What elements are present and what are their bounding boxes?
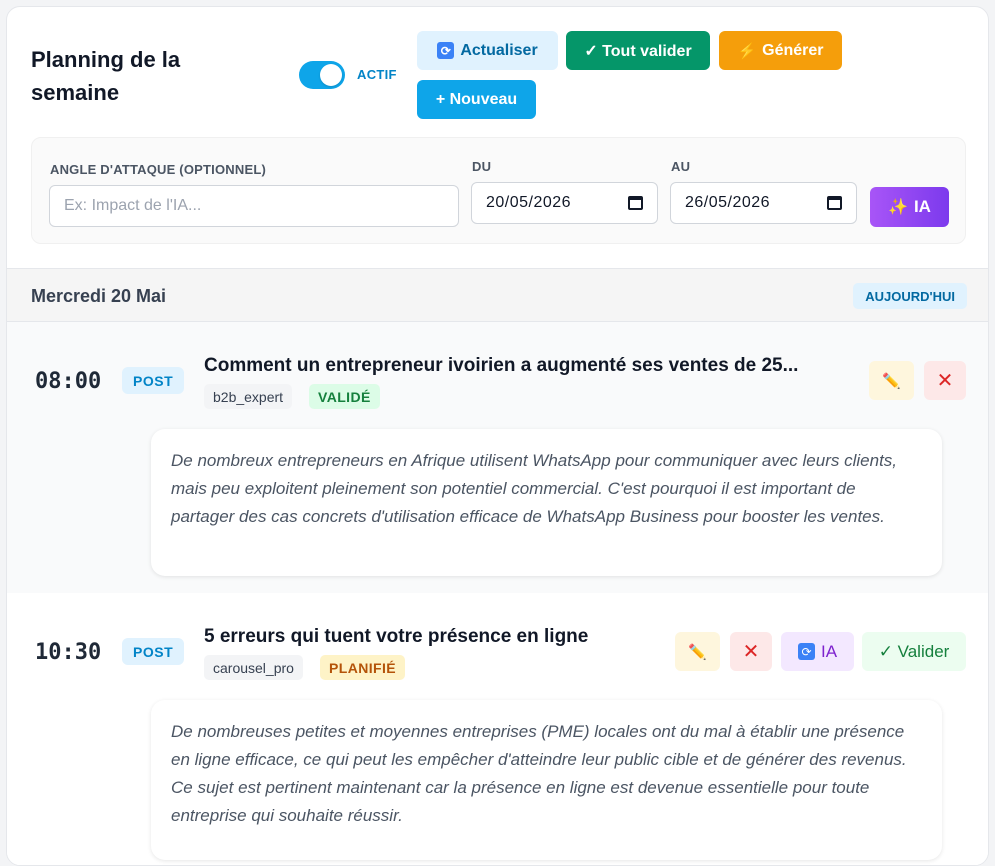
validate-button[interactable]: ✓ Valider	[862, 632, 966, 671]
post-author-tag: b2b_expert	[204, 384, 293, 409]
post-title[interactable]: Comment un entrepreneur ivoirien a augme…	[204, 355, 844, 377]
filters-panel: ANGLE D'ATTAQUE (OPTIONNEL) Ex: Impact d…	[31, 137, 966, 244]
angle-input[interactable]: Ex: Impact de l'IA...	[49, 185, 459, 227]
close-icon: ✕	[742, 641, 760, 663]
angle-label: ANGLE D'ATTAQUE (OPTIONNEL)	[50, 162, 266, 177]
sparkles-icon: ✨	[888, 199, 908, 216]
to-date-value: 26/05/2026	[685, 194, 771, 211]
from-date-value: 20/05/2026	[486, 194, 572, 211]
generate-button[interactable]: ⚡ Générer	[719, 31, 842, 70]
ia-rewrite-button[interactable]: ⟳ IA	[781, 632, 854, 671]
toggle-label: ACTIF	[357, 67, 397, 82]
post-title[interactable]: 5 erreurs qui tuent votre présence en li…	[204, 626, 664, 648]
validate-all-button[interactable]: ✓ Tout valider	[566, 31, 710, 70]
new-post-button[interactable]: + Nouveau	[417, 80, 536, 119]
pencil-icon: ✏️	[882, 372, 901, 390]
delete-button[interactable]: ✕	[730, 632, 772, 671]
validate-label: ✓ Valider	[878, 641, 950, 661]
to-date-input[interactable]: 26/05/2026	[670, 182, 857, 224]
generate-label: Générer	[762, 41, 824, 59]
refresh-icon: ⟳	[437, 42, 455, 59]
refresh-button[interactable]: ⟳ Actualiser	[417, 31, 558, 70]
post-excerpt: De nombreux entrepreneurs en Afrique uti…	[151, 429, 942, 576]
validate-all-label: ✓ Tout valider	[584, 42, 692, 60]
calendar-icon[interactable]	[628, 196, 643, 210]
close-icon: ✕	[936, 370, 954, 392]
calendar-icon[interactable]	[827, 196, 842, 210]
post-status-badge: PLANIFIÉ	[320, 655, 405, 680]
refresh-icon: ⟳	[797, 643, 815, 660]
edit-button[interactable]: ✏️	[675, 632, 720, 671]
ia-generate-label: IA	[913, 197, 931, 216]
page-title: Planning de la semaine	[31, 47, 181, 105]
to-date-label: AU	[671, 159, 691, 174]
post-excerpt: De nombreuses petites et moyennes entrep…	[151, 700, 942, 860]
lightning-icon: ⚡	[737, 42, 757, 60]
post-author-tag: carousel_pro	[204, 655, 303, 680]
pencil-icon: ✏️	[688, 643, 707, 661]
new-post-label: + Nouveau	[435, 90, 518, 108]
delete-button[interactable]: ✕	[924, 361, 966, 400]
post-time: 10:30	[35, 640, 102, 665]
ia-rewrite-label: IA	[820, 641, 838, 661]
post-item: 10:30 POST 5 erreurs qui tuent votre pré…	[7, 593, 988, 865]
post-status-badge: VALIDÉ	[309, 384, 380, 409]
weekly-planning-card: Planning de la semaine ACTIF ⟳ Actualise…	[6, 6, 989, 866]
post-item: 08:00 POST Comment un entrepreneur ivoir…	[7, 322, 988, 593]
edit-button[interactable]: ✏️	[869, 361, 914, 400]
from-date-label: DU	[472, 159, 492, 174]
toggle-knob	[320, 64, 342, 86]
ia-generate-button[interactable]: ✨ IA	[870, 187, 949, 227]
post-type-badge: POST	[122, 367, 185, 394]
day-header: Mercredi 20 Mai AUJOURD'HUI	[7, 268, 988, 322]
angle-placeholder: Ex: Impact de l'IA...	[64, 197, 202, 214]
refresh-label: Actualiser	[460, 41, 538, 59]
day-title: Mercredi 20 Mai	[31, 286, 167, 306]
post-time: 08:00	[35, 369, 102, 394]
post-type-badge: POST	[122, 638, 185, 665]
from-date-input[interactable]: 20/05/2026	[471, 182, 658, 224]
today-badge: AUJOURD'HUI	[853, 283, 967, 309]
active-toggle[interactable]	[299, 61, 345, 89]
